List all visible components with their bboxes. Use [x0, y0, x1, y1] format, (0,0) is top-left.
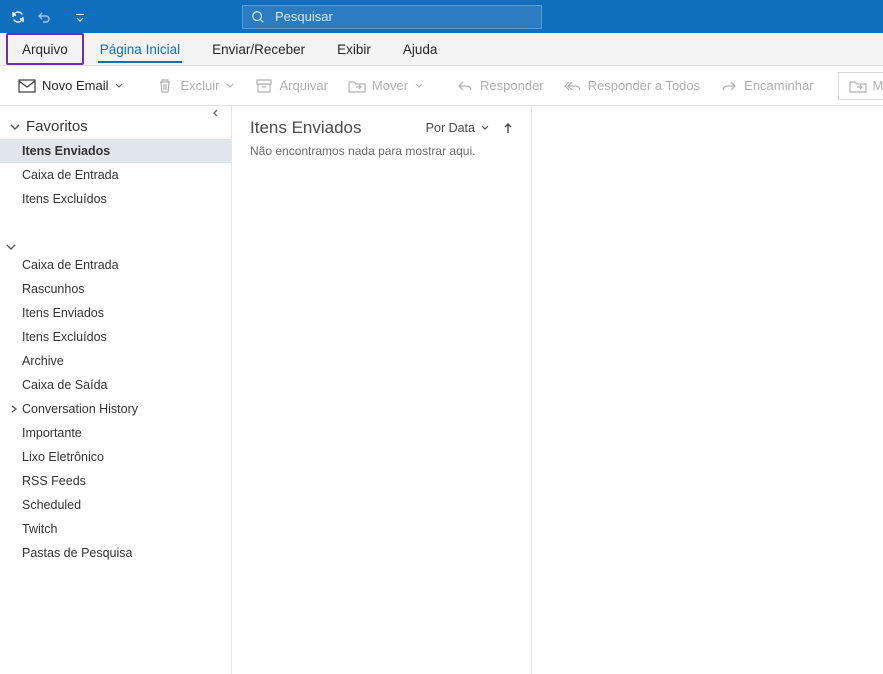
ribbon-tabs: Arquivo Página Inicial Enviar/Receber Ex…	[0, 33, 883, 66]
chevron-down-icon[interactable]	[414, 83, 424, 89]
ribbon-commands: Novo Email Excluir Arquivar Mover	[0, 66, 883, 106]
forward-icon	[720, 77, 738, 95]
forward-button[interactable]: Encaminhar	[712, 73, 821, 99]
archive-label: Arquivar	[279, 78, 327, 93]
tab-send-receive[interactable]: Enviar/Receber	[196, 33, 321, 65]
title-bar	[0, 0, 883, 33]
folder-item[interactable]: Scheduled	[0, 493, 231, 517]
nav-pane: Favoritos Itens EnviadosCaixa de Entrada…	[0, 106, 232, 674]
account-header[interactable]	[0, 239, 231, 253]
folder-item[interactable]: Itens Excluídos	[0, 325, 231, 349]
list-header: Itens Enviados Por Data	[250, 118, 515, 138]
chevron-down-icon[interactable]	[225, 83, 235, 89]
new-email-label: Novo Email	[42, 78, 108, 93]
folder-item[interactable]: Caixa de Saída	[0, 373, 231, 397]
body-area: Favoritos Itens EnviadosCaixa de Entrada…	[0, 106, 883, 674]
sync-icon[interactable]	[8, 7, 28, 27]
favorites-label: Favoritos	[26, 118, 88, 135]
reading-pane	[532, 106, 883, 674]
favorite-item[interactable]: Caixa de Entrada	[0, 163, 231, 187]
folder-item[interactable]: Lixo Eletrônico	[0, 445, 231, 469]
folder-item[interactable]: RSS Feeds	[0, 469, 231, 493]
favorite-item[interactable]: Itens Enviados	[0, 139, 231, 163]
sort-button[interactable]: Por Data	[426, 121, 491, 135]
folder-item[interactable]: Archive	[0, 349, 231, 373]
chevron-right-icon	[8, 404, 20, 414]
folder-item[interactable]: Itens Enviados	[0, 301, 231, 325]
folder-item[interactable]: Rascunhos	[0, 277, 231, 301]
sort-direction-button[interactable]	[501, 121, 515, 135]
folder-item[interactable]: Pastas de Pesquisa	[0, 541, 231, 565]
archive-icon	[255, 77, 273, 95]
reply-label: Responder	[480, 78, 544, 93]
tab-file[interactable]: Arquivo	[6, 33, 84, 65]
archive-button[interactable]: Arquivar	[247, 73, 335, 99]
collapse-nav-icon[interactable]	[211, 108, 225, 122]
sort-label: Por Data	[426, 121, 475, 135]
move-to-button[interactable]: Mover	[838, 72, 883, 100]
search-input[interactable]	[275, 9, 533, 24]
tab-view[interactable]: Exibir	[321, 33, 387, 65]
delete-button[interactable]: Excluir	[148, 73, 243, 99]
trash-icon	[156, 77, 174, 95]
tab-help[interactable]: Ajuda	[387, 33, 454, 65]
search-icon	[251, 10, 265, 24]
move-to-label: Mover	[873, 78, 883, 93]
reply-all-label: Responder a Todos	[588, 78, 701, 93]
chevron-down-icon	[8, 123, 22, 131]
new-email-button[interactable]: Novo Email	[10, 73, 132, 99]
move-button[interactable]: Mover	[340, 73, 432, 99]
message-list-pane: Itens Enviados Por Data Não encontramos …	[232, 106, 532, 674]
folder-icon	[849, 77, 867, 95]
chevron-down-icon[interactable]	[114, 83, 124, 89]
favorites-header[interactable]: Favoritos	[0, 112, 231, 139]
forward-label: Encaminhar	[744, 78, 813, 93]
move-label: Mover	[372, 78, 408, 93]
empty-message: Não encontramos nada para mostrar aqui.	[250, 144, 515, 158]
chevron-down-icon	[4, 243, 18, 251]
qat-dropdown-icon[interactable]	[74, 7, 86, 27]
reply-all-icon	[564, 77, 582, 95]
mail-icon	[18, 77, 36, 95]
reply-all-button[interactable]: Responder a Todos	[556, 73, 709, 99]
reply-icon	[456, 77, 474, 95]
favorite-item[interactable]: Itens Excluídos	[0, 187, 231, 211]
folder-item[interactable]: Twitch	[0, 517, 231, 541]
chevron-down-icon	[479, 125, 491, 131]
delete-label: Excluir	[180, 78, 219, 93]
search-box[interactable]	[242, 5, 542, 29]
folder-item[interactable]: Caixa de Entrada	[0, 253, 231, 277]
undo-icon[interactable]	[34, 7, 54, 27]
folder-item[interactable]: Conversation History	[0, 397, 231, 421]
folder-title: Itens Enviados	[250, 118, 362, 138]
folder-label: Conversation History	[22, 402, 138, 416]
reply-button[interactable]: Responder	[448, 73, 552, 99]
folder-move-icon	[348, 77, 366, 95]
folder-item[interactable]: Importante	[0, 421, 231, 445]
tab-home[interactable]: Página Inicial	[84, 33, 196, 65]
